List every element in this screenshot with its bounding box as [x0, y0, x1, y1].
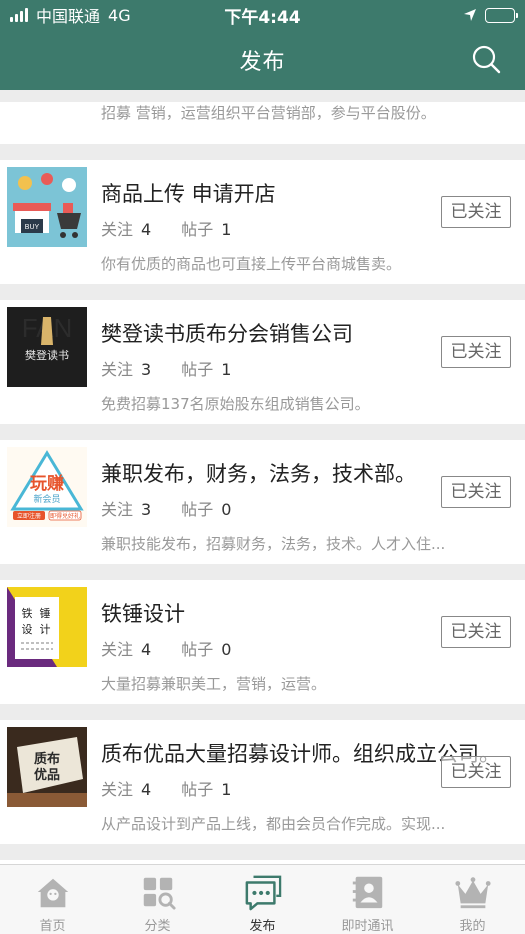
post-title: 铁锤设计: [101, 602, 185, 626]
list-item[interactable]: FAN 樊登读书 樊登读书质布分会销售公司 关注 3 帖子 1 免费招募137名原始股…: [0, 300, 525, 424]
tab-label: 分类: [144, 919, 171, 934]
thumb-text: 新会员: [33, 493, 60, 505]
tab-label: 首页: [39, 919, 66, 934]
post-count: 0: [221, 640, 232, 659]
follow-count: 3: [141, 500, 152, 519]
list-item[interactable]: 玩赚 新会员 立即注册 即得兑好礼 兼职发布，财务，法务，技术部。 关注 3 帖子 0…: [0, 440, 525, 564]
post-thumbnail: 铁 锤 设 计: [7, 587, 87, 667]
followed-button[interactable]: 已关注: [441, 336, 511, 368]
tab-messages[interactable]: 即时通讯: [315, 865, 420, 934]
thumb-text: 锤: [40, 606, 51, 620]
post-list: 招募 营销，运营组织平台营销部，参与平台股份。 BUY 商品上传 申请开店 关注…: [0, 90, 525, 890]
followed-button[interactable]: 已关注: [441, 756, 511, 788]
location-arrow-icon: [464, 9, 476, 21]
thumb-text: 计: [40, 623, 51, 636]
follow-label: 关注: [101, 640, 134, 659]
nav-bar: 发布: [0, 30, 525, 90]
followed-button[interactable]: 已关注: [441, 196, 511, 228]
post-thumbnail: 玩赚 新会员 立即注册 即得兑好礼: [7, 447, 87, 527]
crown-icon: [454, 877, 491, 909]
tab-label: 我的: [459, 919, 486, 934]
followed-button[interactable]: 已关注: [441, 616, 511, 648]
network-label: 4G: [108, 5, 131, 25]
thumb-text: 玩赚: [30, 473, 64, 494]
list-item[interactable]: 铁 锤 设 计 铁锤设计 关注 4 帖子 0 大量招募兼职美工，营销，运营。 已关注: [0, 580, 525, 704]
tab-label: 发布: [249, 919, 276, 934]
thumb-text: 质布: [34, 751, 60, 767]
tab-category[interactable]: 分类: [105, 865, 210, 934]
follow-label: 关注: [101, 220, 134, 239]
follow-count: 3: [141, 360, 152, 379]
post-label: 帖子: [181, 780, 214, 799]
signal-icon: [10, 8, 28, 22]
status-bar: 中国联通 4G 下午4:44: [0, 0, 525, 30]
post-description: 从产品设计到产品上线，都由会员合作完成。实现...: [101, 815, 446, 833]
chat-icon: [245, 875, 281, 911]
post-stats: 关注 3 帖子 1: [101, 356, 261, 380]
post-title: 兼职发布，财务，法务，技术部。: [101, 462, 416, 486]
post-description: 招募 营销，运营组织平台营销部，参与平台股份。: [101, 104, 436, 122]
search-icon[interactable]: [471, 44, 501, 74]
post-description: 免费招募137名原始股东组成销售公司。: [101, 395, 370, 413]
home-icon: [37, 878, 68, 908]
top-bar: 中国联通 4G 下午4:44 发布: [0, 0, 525, 90]
post-label: 帖子: [181, 220, 214, 239]
post-label: 帖子: [181, 360, 214, 379]
follow-count: 4: [141, 780, 152, 799]
thumb-text: 樊登读书: [25, 348, 69, 362]
post-description: 大量招募兼职美工，营销，运营。: [101, 675, 327, 693]
tab-label: 即时通讯: [341, 919, 394, 934]
post-thumbnail: FAN 樊登读书: [7, 307, 87, 387]
list-item[interactable]: 招募 营销，运营组织平台营销部，参与平台股份。: [0, 102, 525, 144]
post-thumbnail: 质布 优品: [7, 727, 87, 807]
post-title: 樊登读书质布分会销售公司: [101, 322, 353, 346]
tab-publish[interactable]: 发布: [210, 865, 315, 934]
tab-home[interactable]: 首页: [0, 865, 105, 934]
post-stats: 关注 4 帖子 1: [101, 776, 261, 800]
battery-icon: [485, 7, 518, 23]
follow-label: 关注: [101, 780, 134, 799]
followed-button[interactable]: 已关注: [441, 476, 511, 508]
category-icon: [143, 877, 176, 910]
post-count: 1: [221, 780, 232, 799]
carrier-label: 中国联通: [36, 7, 101, 26]
thumb-text: 即得兑好礼: [50, 512, 80, 520]
post-title: 商品上传 申请开店: [101, 182, 276, 206]
post-stats: 关注 4 帖子 1: [101, 216, 261, 240]
post-count: 1: [221, 360, 232, 379]
post-stats: 关注 3 帖子 0: [101, 496, 261, 520]
post-label: 帖子: [181, 500, 214, 519]
post-description: 兼职技能发布，招募财务，法务，技术。人才入住...: [101, 535, 446, 553]
post-description: 你有优质的商品也可直接上传平台商城售卖。: [101, 255, 402, 273]
follow-count: 4: [141, 640, 152, 659]
thumb-text: BUY: [25, 224, 40, 231]
list-item[interactable]: 质布 优品 质布优品大量招募设计师。组织成立公司。 已关注 关注 4 帖子 1 从产品…: [0, 720, 525, 844]
page-title: 发布: [239, 50, 286, 75]
tab-bar: 首页 分类 发布 即时通讯 我的: [0, 864, 525, 934]
thumb-text: 优品: [34, 767, 60, 783]
post-count: 1: [221, 220, 232, 239]
thumb-text: 立即注册: [17, 512, 41, 520]
list-item[interactable]: BUY 商品上传 申请开店 关注 4 帖子 1 你有优质的商品也可直接上传平台商城售卖…: [0, 160, 525, 284]
follow-count: 4: [141, 220, 152, 239]
post-count: 0: [221, 500, 232, 519]
contacts-icon: [352, 876, 382, 909]
follow-label: 关注: [101, 360, 134, 379]
follow-label: 关注: [101, 500, 134, 519]
thumb-text: 设: [22, 623, 33, 636]
post-label: 帖子: [181, 640, 214, 659]
post-thumbnail: BUY: [7, 167, 87, 247]
post-stats: 关注 4 帖子 0: [101, 636, 261, 660]
thumb-text: 铁: [22, 607, 33, 620]
tab-profile[interactable]: 我的: [420, 865, 525, 934]
